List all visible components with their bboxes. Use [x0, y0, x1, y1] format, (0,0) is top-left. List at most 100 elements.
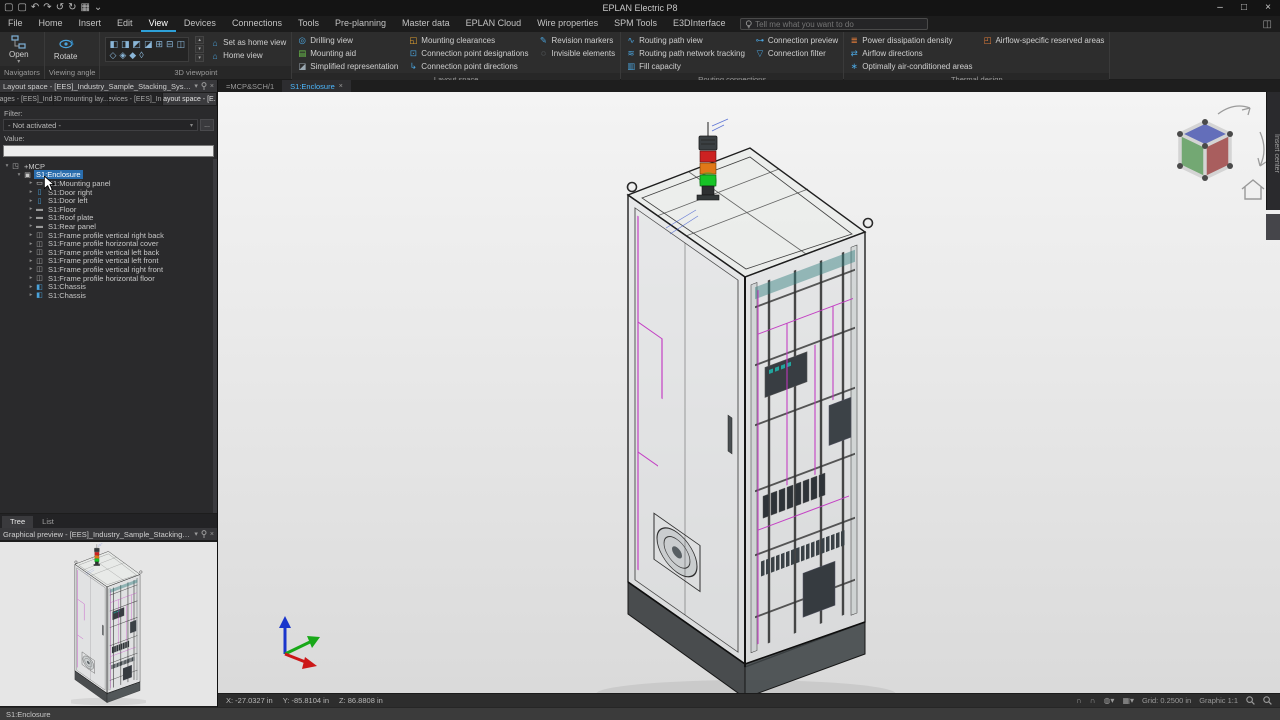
- menu-tab-eplan-cloud[interactable]: EPLAN Cloud: [458, 16, 530, 32]
- object-snap-icon[interactable]: ∩: [1090, 696, 1096, 705]
- menu-tab-master-data[interactable]: Master data: [394, 16, 458, 32]
- open-button[interactable]: Open ▾: [5, 35, 33, 64]
- routing-path-view-button[interactable]: ∿Routing path view: [626, 35, 745, 46]
- tree-item-s1-floor[interactable]: ▸▬S1:Floor: [0, 205, 217, 214]
- maximize-button[interactable]: □: [1232, 0, 1256, 16]
- navigator-tab-0[interactable]: Pages - [EES]_Ind...: [0, 93, 54, 105]
- revision-markers-button[interactable]: ✎Revision markers: [538, 35, 615, 46]
- minimize-button[interactable]: –: [1208, 0, 1232, 16]
- tree-item-s1-enclosure[interactable]: ▾▣S1:Enclosure: [0, 171, 217, 180]
- expander-icon[interactable]: ▸: [27, 206, 35, 212]
- tree-item-s1-frame-profile-vertical-right-front[interactable]: ▸◫S1:Frame profile vertical right front: [0, 265, 217, 274]
- expander-icon[interactable]: ▾: [15, 172, 23, 178]
- close-icon[interactable]: ×: [210, 83, 214, 90]
- zoom-in-icon[interactable]: [1246, 696, 1255, 705]
- power-dissipation-density-button[interactable]: ≣Power dissipation density: [849, 35, 972, 46]
- optimally-air-conditioned-areas-button[interactable]: ∗Optimally air-conditioned areas: [849, 61, 972, 72]
- tree-item-s1-door-right[interactable]: ▸▯S1:Door right: [0, 188, 217, 197]
- zoom-out-icon[interactable]: [1263, 696, 1272, 705]
- tree-item-s1-roof-plate[interactable]: ▸▬S1:Roof plate: [0, 214, 217, 223]
- properties-panel-icon[interactable]: ◫: [1255, 16, 1280, 32]
- expander-icon[interactable]: ▸: [27, 258, 35, 264]
- insert-center-tab[interactable]: Insert center: [1266, 92, 1280, 210]
- tree-item-s1-frame-profile-vertical-left-back[interactable]: ▸◫S1:Frame profile vertical left back: [0, 248, 217, 257]
- chevron-down-icon[interactable]: ▾: [194, 82, 198, 90]
- close-icon[interactable]: ×: [210, 531, 214, 538]
- 3d-viewport[interactable]: Insert center: [218, 92, 1280, 693]
- menu-tab-insert[interactable]: Insert: [71, 16, 110, 32]
- menu-tab-connections[interactable]: Connections: [224, 16, 290, 32]
- viewpoint-cube-icon[interactable]: ◫: [177, 39, 186, 49]
- expander-icon[interactable]: ▸: [27, 180, 35, 186]
- expander-icon[interactable]: ▸: [27, 249, 35, 255]
- pin-icon[interactable]: [201, 82, 207, 90]
- viewpoint-cube-icon[interactable]: ◪: [144, 39, 153, 49]
- insert-center-handle[interactable]: [1266, 214, 1280, 240]
- grid-size[interactable]: Grid: 0.2500 in: [1142, 696, 1191, 705]
- menu-tab-view[interactable]: View: [141, 16, 176, 32]
- drilling-view-button[interactable]: ◎Drilling view: [297, 35, 398, 46]
- connection-filter-button[interactable]: ▽Connection filter: [755, 48, 838, 59]
- airflow-specific-reserved-areas-button[interactable]: ◰Airflow-specific reserved areas: [982, 35, 1104, 46]
- workspace-tab-mcp-sch-1[interactable]: =MCP&SCH/1: [218, 80, 282, 92]
- tree-item-s1-rear-panel[interactable]: ▸▬S1:Rear panel: [0, 222, 217, 231]
- tree-item-mcp[interactable]: ▾◳+MCP: [0, 162, 217, 171]
- tree-item-s1-mounting-panel[interactable]: ▸▭S1:Mounting panel: [0, 179, 217, 188]
- expander-icon[interactable]: ▸: [27, 215, 35, 221]
- snap-icon[interactable]: ∩: [1076, 696, 1082, 705]
- close-tab-icon[interactable]: ×: [339, 83, 343, 90]
- routing-path-network-tracking-button[interactable]: ≋Routing path network tracking: [626, 48, 745, 59]
- connection-point-designations-button[interactable]: ⊡Connection point designations: [408, 48, 528, 59]
- viewpoint-cube-icon[interactable]: ◈: [119, 50, 126, 60]
- workspace-tab-s1-enclosure[interactable]: S1:Enclosure×: [282, 80, 351, 92]
- mounting-clearances-button[interactable]: ◱Mounting clearances: [408, 35, 528, 46]
- tree-item-s1-door-left[interactable]: ▸▯S1:Door left: [0, 196, 217, 205]
- gallery-spinner[interactable]: ▴▾▾: [195, 36, 204, 62]
- expander-icon[interactable]: ▸: [27, 198, 35, 204]
- airflow-directions-button[interactable]: ⇄Airflow directions: [849, 48, 972, 59]
- navigator-tab-2[interactable]: Devices - [EES]_In...: [109, 93, 163, 105]
- menu-tab-spm-tools[interactable]: SPM Tools: [606, 16, 665, 32]
- expander-icon[interactable]: ▸: [27, 275, 35, 281]
- pin-icon[interactable]: [201, 530, 207, 538]
- tree-scrollbar[interactable]: [213, 159, 217, 513]
- grid-icon[interactable]: ▦▾: [1122, 696, 1134, 705]
- viewpoint-cube-icon[interactable]: ◆: [129, 50, 136, 60]
- search-input[interactable]: [755, 20, 922, 29]
- expander-icon[interactable]: ▸: [27, 232, 35, 238]
- navigator-tab-3[interactable]: Layout space - [E...: [163, 93, 217, 105]
- tree-item-s1-chassis[interactable]: ▸◧S1:Chassis: [0, 291, 217, 300]
- viewpoint-cube-icon[interactable]: ⊟: [166, 39, 174, 49]
- filter-dropdown[interactable]: - Not activated - ▾: [3, 119, 198, 131]
- tree-item-s1-frame-profile-vertical-left-front[interactable]: ▸◫S1:Frame profile vertical left front: [0, 257, 217, 266]
- invisible-elements-button[interactable]: ◌Invisible elements: [538, 48, 615, 58]
- navigator-tab-1[interactable]: 3D mounting lay...: [54, 93, 108, 105]
- menu-tab-edit[interactable]: Edit: [109, 16, 141, 32]
- close-button[interactable]: ×: [1256, 0, 1280, 16]
- expander-icon[interactable]: ▸: [27, 189, 35, 195]
- expander-icon[interactable]: ▸: [27, 292, 35, 298]
- viewpoint-cube-icon[interactable]: ◊: [139, 50, 143, 60]
- panel-view-tab-tree[interactable]: Tree: [2, 516, 33, 528]
- expander-icon[interactable]: ▸: [27, 266, 35, 272]
- menu-tab-e3dinterface[interactable]: E3DInterface: [665, 16, 734, 32]
- menu-tab-wire-properties[interactable]: Wire properties: [529, 16, 606, 32]
- connection-preview-button[interactable]: ⊶Connection preview: [755, 35, 838, 46]
- panel-view-tab-list[interactable]: List: [34, 516, 62, 528]
- connection-point-directions-button[interactable]: ↳Connection point directions: [408, 61, 528, 72]
- search-box[interactable]: [740, 18, 928, 30]
- viewpoint-gallery[interactable]: ◧◨◩◪⊞⊟◫ ◇◈◆◊: [105, 37, 189, 62]
- menu-tab-devices[interactable]: Devices: [176, 16, 224, 32]
- expander-icon[interactable]: ▸: [27, 284, 35, 290]
- viewpoint-cube-icon[interactable]: ⊞: [156, 39, 164, 49]
- mounting-aid-button[interactable]: ▤Mounting aid: [297, 48, 398, 59]
- tree-item-s1-frame-profile-horizontal-floor[interactable]: ▸◫S1:Frame profile horizontal floor: [0, 274, 217, 283]
- expander-icon[interactable]: ▸: [27, 223, 35, 229]
- expander-icon[interactable]: ▸: [27, 241, 35, 247]
- tree-item-s1-frame-profile-vertical-right-back[interactable]: ▸◫S1:Frame profile vertical right back: [0, 231, 217, 240]
- chevron-down-icon[interactable]: ▾: [194, 530, 198, 538]
- viewpoint-cube-icon[interactable]: ◇: [109, 50, 116, 60]
- tree-item-s1-frame-profile-horizontal-cover[interactable]: ▸◫S1:Frame profile horizontal cover: [0, 239, 217, 248]
- tree-item-s1-chassis[interactable]: ▸◧S1:Chassis: [0, 282, 217, 291]
- home-view-button[interactable]: ⌂Home view: [210, 51, 286, 61]
